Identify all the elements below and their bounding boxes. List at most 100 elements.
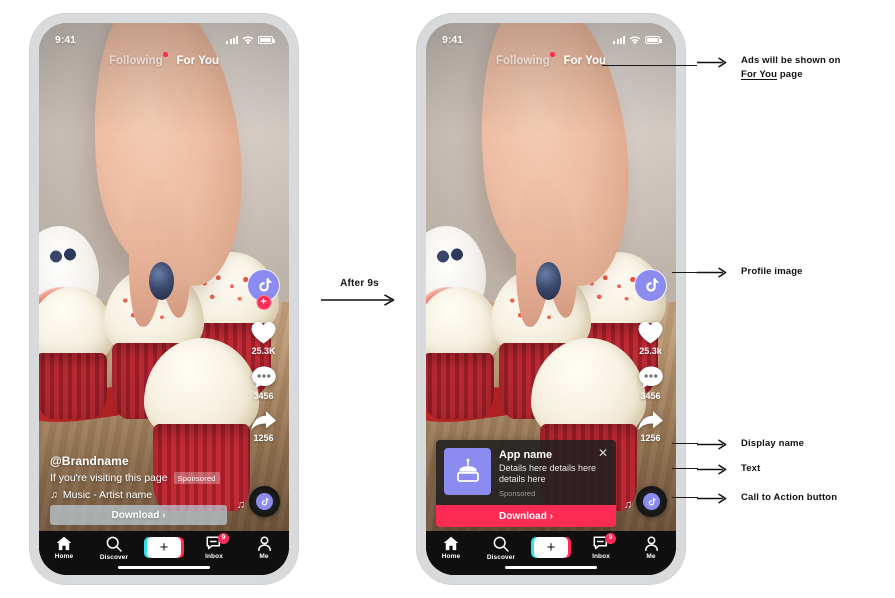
nav-item-home[interactable]: Home	[40, 536, 88, 560]
following-dot-icon	[550, 52, 555, 57]
person-icon	[644, 536, 658, 551]
annotation-label: Call to Action button	[741, 492, 838, 503]
nav-item-create[interactable]: +	[140, 536, 188, 558]
annotation-display-name: Display name	[697, 437, 804, 451]
video-caption: @Brandname If you're visiting this page …	[50, 454, 227, 501]
ad-sponsored-label: Sponsored	[499, 489, 536, 498]
annotation-for-you: Ads will be shown on For You page	[697, 54, 841, 82]
home-icon	[56, 536, 72, 551]
nav-item-me[interactable]: Me	[240, 536, 288, 560]
share-button[interactable]: 1256	[637, 410, 664, 443]
comment-count: 3456	[253, 391, 274, 401]
phone-mockup-after: 9:41 Following For You 25.3k 3456 1256 ♫…	[417, 14, 685, 584]
nav-item-inbox[interactable]: 9 Inbox	[577, 533, 625, 560]
leader-line-profile	[672, 272, 698, 274]
right-arrow-icon	[697, 493, 727, 504]
home-indicator	[505, 565, 597, 569]
music-disc[interactable]	[249, 486, 280, 517]
like-count: 25.3K	[251, 346, 276, 356]
wifi-icon	[242, 35, 254, 44]
annotation-label: Text	[741, 463, 761, 474]
annotation-line2-post: page	[777, 68, 803, 80]
leader-line-text	[672, 468, 698, 470]
signal-bars-icon	[226, 36, 238, 44]
chevron-right-icon: ›	[549, 510, 553, 522]
following-dot-icon	[163, 52, 168, 57]
status-time: 9:41	[442, 34, 464, 46]
chevron-right-icon: ›	[162, 509, 166, 521]
right-arrow-icon	[697, 439, 727, 450]
cta-label: Download	[111, 509, 160, 521]
wifi-icon	[629, 35, 641, 44]
cta-label: Download	[499, 510, 547, 522]
comment-button[interactable]: 3456	[251, 365, 277, 401]
ad-card[interactable]: App name Details here details here detai…	[436, 439, 616, 527]
right-arrow-icon	[697, 464, 727, 475]
music-note-icon: ♫	[50, 489, 58, 501]
status-bar: 9:41	[426, 23, 676, 51]
right-arrow-icon	[697, 267, 727, 278]
tiktok-note-icon	[256, 493, 273, 510]
music-note-icon: ♫	[623, 499, 632, 511]
tab-for-you[interactable]: For You	[564, 55, 606, 67]
profile-avatar[interactable]	[634, 269, 667, 302]
heart-icon	[251, 322, 276, 344]
phone-mockup-before: 9:41 Following For You + 25.3K 3456 1256…	[30, 14, 298, 584]
sponsored-tag: Sponsored	[173, 472, 220, 484]
tiktok-note-icon	[643, 493, 660, 510]
plus-icon: +	[531, 537, 571, 558]
phone-screen: 9:41 Following For You	[426, 23, 676, 575]
like-count: 25.3k	[639, 346, 662, 356]
caption-description: If you're visiting this page	[50, 472, 168, 484]
annotation-label: Profile image	[741, 266, 803, 277]
ad-description: Details here details here details here	[499, 462, 597, 485]
nav-item-discover[interactable]: Discover	[477, 536, 525, 561]
action-rail: 25.3k 3456 1256	[634, 269, 667, 452]
tab-following[interactable]: Following	[496, 52, 555, 67]
annotation-for-you-underline: For You	[741, 68, 778, 80]
nav-label: Me	[259, 553, 269, 560]
music-label: Music - Artist name	[62, 489, 153, 501]
annotation-label: Display name	[741, 438, 805, 449]
action-rail: + 25.3K 3456 1256	[247, 269, 280, 452]
home-icon	[443, 536, 459, 551]
right-arrow-icon	[697, 57, 727, 68]
music-disc[interactable]	[636, 486, 667, 517]
call-to-action-button[interactable]: Download ›	[436, 505, 616, 527]
nav-label: Me	[646, 553, 656, 560]
share-button[interactable]: 1256	[250, 410, 277, 443]
music-row[interactable]: ♫ Music - Artist name	[50, 489, 227, 501]
comment-dots-icon	[251, 366, 276, 389]
search-icon	[493, 536, 509, 552]
nav-label: Discover	[99, 554, 129, 561]
tab-following[interactable]: Following	[109, 52, 168, 67]
ad-card-body: App name Details here details here detai…	[436, 439, 616, 505]
heart-icon	[638, 322, 663, 344]
profile-avatar[interactable]: +	[247, 269, 280, 310]
top-tabs: Following For You	[426, 52, 676, 67]
nav-item-create[interactable]: +	[527, 536, 575, 558]
brand-handle[interactable]: @Brandname	[50, 454, 227, 468]
search-icon	[106, 536, 122, 552]
after-9s-label: After 9s	[340, 278, 379, 289]
home-indicator	[118, 565, 210, 569]
cta-button-plain[interactable]: Download ›	[50, 505, 227, 525]
tab-for-you[interactable]: For You	[177, 55, 219, 67]
annotation-cta: Call to Action button	[697, 491, 837, 505]
comment-button[interactable]: 3456	[638, 365, 664, 401]
phone-screen: 9:41 Following For You	[39, 23, 289, 575]
nav-item-discover[interactable]: Discover	[90, 536, 138, 561]
comment-count: 3456	[640, 391, 661, 401]
nav-item-inbox[interactable]: 9 Inbox	[190, 533, 238, 560]
share-arrow-icon	[638, 411, 663, 431]
music-note-icon: ♫	[236, 499, 245, 511]
follow-plus-button[interactable]: +	[256, 295, 271, 310]
nav-item-me[interactable]: Me	[627, 536, 675, 560]
ad-display-name: App name	[499, 448, 553, 461]
signal-bars-icon	[613, 36, 625, 44]
plus-icon: +	[144, 537, 184, 558]
like-button[interactable]: 25.3k	[637, 320, 664, 356]
nav-item-home[interactable]: Home	[427, 536, 475, 560]
like-button[interactable]: 25.3K	[250, 320, 277, 356]
close-x-icon[interactable]: ✕	[598, 447, 608, 459]
